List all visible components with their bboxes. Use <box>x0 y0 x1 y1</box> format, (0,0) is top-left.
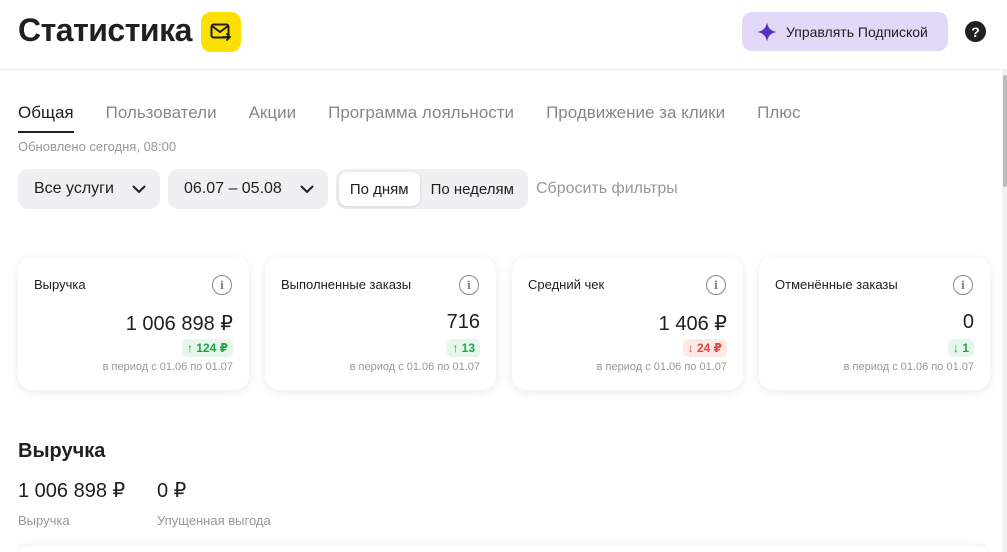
info-icon[interactable]: i <box>706 275 726 295</box>
chart-card-edge <box>18 546 988 552</box>
kpi-period-text: в период с 01.06 по 01.07 <box>843 361 974 373</box>
updated-timestamp: Обновлено сегодня, 08:00 <box>18 139 177 154</box>
kpi-period-text: в период с 01.06 по 01.07 <box>349 361 480 373</box>
revenue-section-title: Выручка <box>18 440 106 462</box>
kpi-cards: Выручка i 1 006 898 ₽ ↑ 124 ₽ в период с… <box>18 257 1006 390</box>
tab-users[interactable]: Пользователи <box>106 103 217 133</box>
sparkle-icon <box>757 21 777 42</box>
kpi-period-text: в период с 01.06 по 01.07 <box>102 361 233 373</box>
kpi-card-revenue: Выручка i 1 006 898 ₽ ↑ 124 ₽ в период с… <box>18 257 249 390</box>
filters-bar: Все услуги 06.07 – 05.08 По дням По неде… <box>18 169 678 209</box>
services-dropdown[interactable]: Все услуги <box>18 169 160 209</box>
by-weeks-option[interactable]: По неделям <box>420 172 525 206</box>
tabs: Общая Пользователи Акции Программа лояль… <box>18 103 833 133</box>
tab-plus[interactable]: Плюс <box>757 103 800 133</box>
kpi-card-average-check: Средний чек i 1 406 ₽ ↓ 24 ₽ в период с … <box>512 257 743 390</box>
kpi-card-cancelled-orders: Отменённые заказы i 0 ↓ 1 в период с 01.… <box>759 257 990 390</box>
tab-promotions[interactable]: Акции <box>249 103 297 133</box>
services-dropdown-label: Все услуги <box>34 180 114 197</box>
kpi-card-value: 0 <box>962 311 974 333</box>
kpi-card-title: Выручка <box>34 277 86 292</box>
revenue-label: Выручка <box>18 513 70 528</box>
date-range-label: 06.07 – 05.08 <box>183 180 282 197</box>
kpi-card-completed-orders: Выполненные заказы i 716 ↑ 13 в период с… <box>265 257 496 390</box>
mail-forward-icon[interactable] <box>201 12 241 52</box>
scrollbar-thumb[interactable] <box>1003 75 1007 187</box>
kpi-period-text: в период с 01.06 по 01.07 <box>596 361 727 373</box>
by-days-option[interactable]: По дням <box>338 172 420 206</box>
granularity-toggle: По дням По неделям <box>335 169 528 209</box>
kpi-card-value: 1 006 898 ₽ <box>125 313 233 335</box>
manage-subscription-label: Управлять Подпиской <box>786 23 928 40</box>
kpi-delta-badge: ↑ 13 <box>447 339 480 357</box>
info-icon[interactable]: i <box>212 275 232 295</box>
page-title: Статистика <box>18 12 192 48</box>
tab-general[interactable]: Общая <box>18 103 74 133</box>
tab-loyalty-program[interactable]: Программа лояльности <box>328 103 514 133</box>
kpi-card-title: Выполненные заказы <box>281 277 412 292</box>
info-icon[interactable]: i <box>459 275 479 295</box>
kpi-card-title: Отменённые заказы <box>775 277 898 292</box>
kpi-delta-badge: ↑ 124 ₽ <box>181 339 233 357</box>
kpi-delta-badge: ↓ 24 ₽ <box>682 339 727 357</box>
kpi-card-title: Средний чек <box>528 277 605 292</box>
kpi-card-value: 716 <box>446 311 480 333</box>
lost-profit-value: 0 ₽ <box>157 480 187 502</box>
lost-profit-label: Упущенная выгода <box>157 513 271 528</box>
top-bar: Статистика Управлять Подпиской ? <box>0 0 1007 70</box>
manage-subscription-button[interactable]: Управлять Подпиской <box>742 12 948 51</box>
chevron-down-icon <box>300 185 314 194</box>
tab-pay-per-click[interactable]: Продвижение за клики <box>546 103 725 133</box>
reset-filters-link[interactable]: Сбросить фильтры <box>536 180 678 198</box>
help-icon[interactable]: ? <box>965 21 986 42</box>
date-range-dropdown[interactable]: 06.07 – 05.08 <box>167 169 328 209</box>
kpi-delta-badge: ↓ 1 <box>947 339 974 357</box>
info-icon[interactable]: i <box>953 275 973 295</box>
revenue-value: 1 006 898 ₽ <box>18 480 126 502</box>
kpi-card-value: 1 406 ₽ <box>658 313 727 335</box>
chevron-down-icon <box>132 185 146 194</box>
